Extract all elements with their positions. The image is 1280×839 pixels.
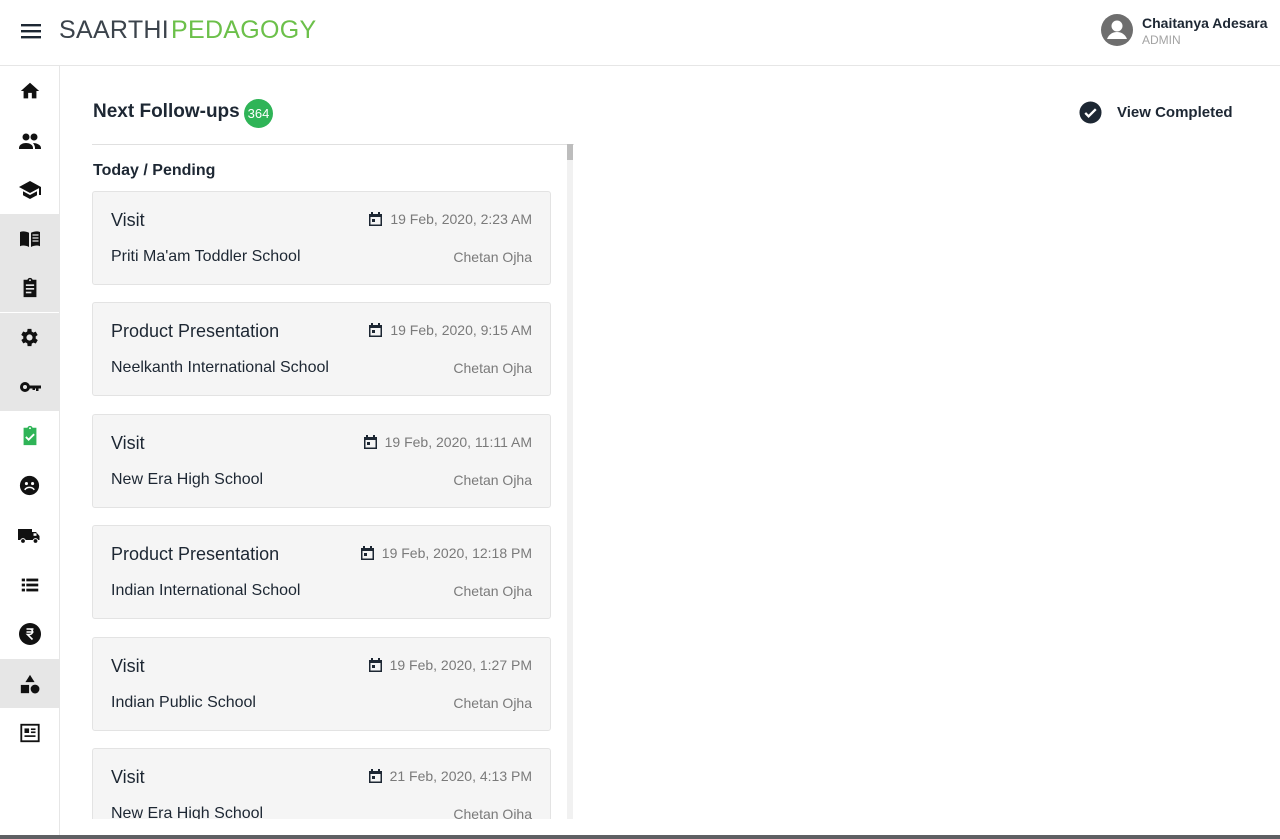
calendar-icon: [360, 546, 374, 560]
followup-date-text: 19 Feb, 2020, 2:23 AM: [390, 211, 532, 227]
check-circle-icon: [1079, 101, 1102, 124]
followup-school: Indian International School: [111, 582, 301, 599]
home-icon: [20, 82, 39, 98]
followup-card[interactable]: Visit 19 Feb, 2020, 11:11 AM New Era Hig…: [92, 414, 551, 508]
sidebar-item-contacts[interactable]: [0, 461, 59, 510]
calendar-icon: [368, 769, 382, 783]
newspaper-icon: [19, 723, 40, 742]
followup-date: 19 Feb, 2020, 9:15 AM: [368, 322, 532, 338]
followup-type: Product Presentation: [111, 321, 280, 341]
top-app-bar: SAARTHIPEDAGOGY Chaitanya Adesara ADMIN: [0, 0, 1280, 66]
sidebar-item-clipboard[interactable]: [0, 263, 59, 312]
bottom-edge-strip: [0, 835, 1280, 839]
calendar-icon: [369, 323, 383, 337]
sidebar-item-delivery[interactable]: [0, 510, 59, 559]
followup-assignee: Chetan Ojha: [453, 472, 532, 488]
followup-card[interactable]: Product Presentation 19 Feb, 2020, 9:15 …: [92, 302, 551, 396]
main-content: Next Follow-ups 364 View Completed Today…: [60, 66, 1280, 839]
people-icon: [18, 133, 41, 149]
sidebar-item-reports[interactable]: [0, 708, 59, 757]
list-icon: [21, 578, 38, 591]
followup-date-text: 19 Feb, 2020, 9:15 AM: [390, 322, 532, 338]
sidebar-item-payments[interactable]: [0, 609, 59, 658]
user-name: Chaitanya Adesara: [1142, 15, 1268, 31]
followup-card[interactable]: Visit 19 Feb, 2020, 1:27 PM Indian Publi…: [92, 637, 551, 731]
followup-date-text: 19 Feb, 2020, 11:11 AM: [384, 434, 532, 450]
sidebar-item-people[interactable]: [0, 116, 59, 165]
followup-date: 21 Feb, 2020, 4:13 PM: [368, 768, 532, 784]
followup-school: Priti Ma'am Toddler School: [111, 248, 301, 265]
followup-card[interactable]: Visit 19 Feb, 2020, 2:23 AM Priti Ma'am …: [92, 191, 551, 285]
category-shapes-icon: [20, 674, 39, 693]
followup-assignee: Chetan Ojha: [453, 583, 532, 599]
user-role: ADMIN: [1142, 33, 1181, 47]
followup-date: 19 Feb, 2020, 12:18 PM: [360, 545, 532, 561]
followup-school: New Era High School: [111, 805, 264, 819]
rupee-icon: [18, 622, 41, 645]
page-title: Next Follow-ups: [93, 101, 240, 122]
followup-count-badge: 364: [244, 99, 273, 128]
sidebar-item-categories[interactable]: [0, 659, 59, 708]
logo-text-primary: SAARTHI: [59, 16, 169, 44]
sidebar-item-books[interactable]: [0, 214, 59, 263]
view-completed-button[interactable]: View Completed: [1079, 101, 1249, 125]
followup-assignee: Chetan Ojha: [453, 360, 532, 376]
sidebar-item-settings[interactable]: [0, 313, 59, 362]
list-scrollbar[interactable]: [567, 144, 573, 819]
user-profile[interactable]: Chaitanya Adesara ADMIN: [1100, 13, 1271, 49]
followup-type: Visit: [111, 656, 145, 676]
clipboard-icon: [23, 277, 36, 297]
followup-type: Visit: [111, 767, 145, 787]
followup-type: Product Presentation: [111, 544, 280, 564]
menu-icon[interactable]: [20, 20, 42, 42]
sidebar-item-academics[interactable]: [0, 165, 59, 214]
face-icon: [19, 475, 40, 496]
sidebar-item-followups[interactable]: [0, 411, 59, 460]
followup-assignee: Chetan Ojha: [453, 806, 532, 819]
followup-assignee: Chetan Ojha: [453, 249, 532, 265]
sidebar-item-home[interactable]: [0, 66, 59, 115]
followup-assignee: Chetan Ojha: [453, 695, 532, 711]
avatar-icon: [1100, 13, 1134, 47]
calendar-icon: [368, 658, 382, 672]
truck-icon: [18, 528, 40, 544]
followup-school: Indian Public School: [111, 694, 256, 711]
followup-school: New Era High School: [111, 471, 264, 488]
view-completed-label: View Completed: [1117, 104, 1233, 121]
logo-text-secondary: PEDAGOGY: [171, 16, 317, 44]
followup-date: 19 Feb, 2020, 2:23 AM: [368, 211, 532, 227]
section-label-today-pending: Today / Pending: [93, 162, 216, 179]
sidebar-item-list[interactable]: [0, 560, 59, 609]
followup-card[interactable]: Visit 21 Feb, 2020, 4:13 PM New Era High…: [92, 748, 551, 819]
assignment-check-icon: [23, 425, 36, 445]
calendar-icon: [363, 435, 377, 449]
calendar-icon: [369, 212, 383, 226]
scrollbar-thumb[interactable]: [567, 144, 573, 160]
followup-date-text: 19 Feb, 2020, 12:18 PM: [381, 545, 532, 561]
followup-date-text: 21 Feb, 2020, 4:13 PM: [389, 768, 532, 784]
followup-date: 19 Feb, 2020, 11:11 AM: [363, 434, 532, 450]
key-icon: [19, 381, 41, 392]
sidebar-nav: [0, 66, 60, 839]
graduation-cap-icon: [18, 180, 41, 199]
followup-type: Visit: [111, 433, 145, 453]
followup-card[interactable]: Product Presentation 19 Feb, 2020, 12:18…: [92, 525, 551, 619]
followup-type: Visit: [111, 210, 145, 230]
book-icon: [19, 230, 40, 247]
sidebar-item-access[interactable]: [0, 362, 59, 411]
followup-list[interactable]: Today / Pending Visit 19 Feb, 2020, 2:23…: [92, 144, 574, 819]
followup-date-text: 19 Feb, 2020, 1:27 PM: [389, 657, 532, 673]
app-logo[interactable]: SAARTHIPEDAGOGY: [59, 16, 317, 45]
gear-icon: [21, 328, 38, 347]
followup-school: Neelkanth International School: [111, 359, 329, 376]
followup-date: 19 Feb, 2020, 1:27 PM: [368, 657, 532, 673]
